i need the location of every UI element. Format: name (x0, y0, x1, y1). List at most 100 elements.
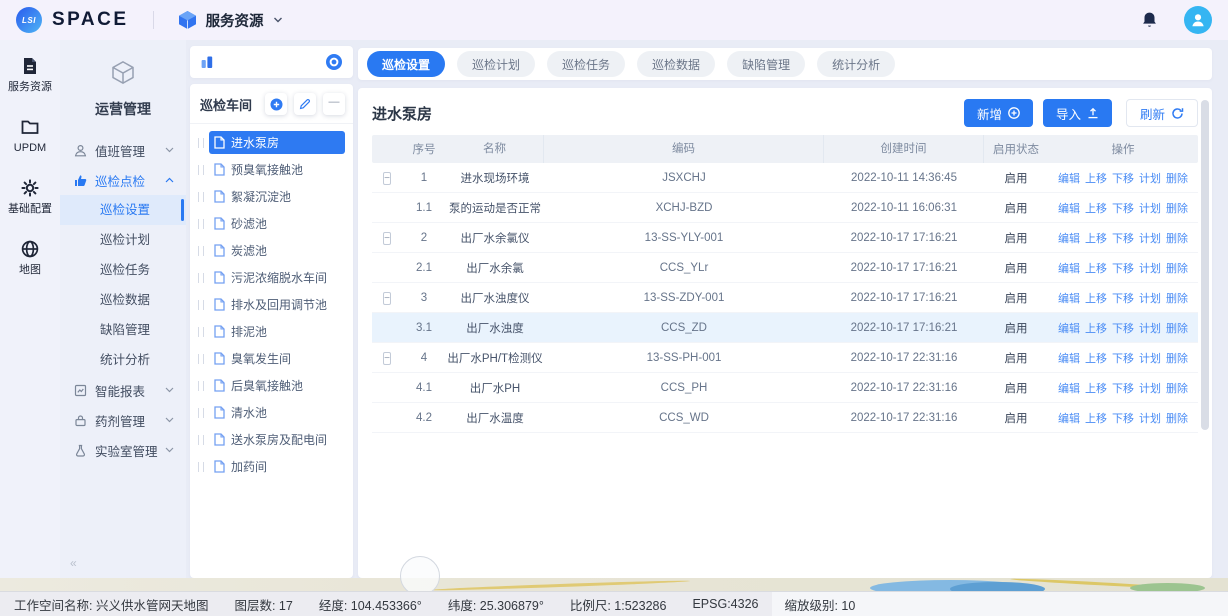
add-node-button[interactable] (265, 93, 287, 115)
refresh-button[interactable]: 刷新 (1126, 99, 1198, 127)
edit-link[interactable]: 编辑 (1058, 170, 1080, 186)
move-up-link[interactable]: 上移 (1085, 200, 1107, 216)
rail-item-map[interactable]: 地图 (19, 239, 41, 276)
scrollbar-thumb[interactable] (1201, 100, 1209, 430)
bell-icon[interactable] (1141, 11, 1158, 29)
delete-link[interactable]: 删除 (1166, 200, 1188, 216)
more-button[interactable]: — (323, 93, 345, 115)
move-up-link[interactable]: 上移 (1085, 170, 1107, 186)
tree-item[interactable]: 进水泵房 (196, 129, 347, 156)
drag-handle-icon[interactable] (198, 273, 204, 283)
move-down-link[interactable]: 下移 (1112, 350, 1134, 366)
sidebar-sub-item[interactable]: 巡检计划 (60, 225, 186, 255)
collapse-row-toggle[interactable]: − (383, 352, 391, 365)
plan-link[interactable]: 计划 (1139, 410, 1161, 426)
tree-item[interactable]: 絮凝沉淀池 (196, 183, 347, 210)
tab[interactable]: 统计分析 (817, 51, 895, 77)
edit-link[interactable]: 编辑 (1058, 200, 1080, 216)
move-down-link[interactable]: 下移 (1112, 170, 1134, 186)
edit-link[interactable]: 编辑 (1058, 320, 1080, 336)
tree-item[interactable]: 砂滤池 (196, 210, 347, 237)
sidebar-group-duty[interactable]: 值班管理 (60, 135, 186, 165)
drag-handle-icon[interactable] (198, 246, 204, 256)
sidebar-sub-item[interactable]: 巡检数据 (60, 285, 186, 315)
sidebar-group-laboratory[interactable]: 实验室管理 (60, 435, 186, 465)
drag-handle-icon[interactable] (198, 300, 204, 310)
module-switcher[interactable]: 服务资源 (178, 10, 283, 31)
tree-item[interactable]: 送水泵房及配电间 (196, 426, 347, 453)
delete-link[interactable]: 删除 (1166, 320, 1188, 336)
add-button[interactable]: 新增 (964, 99, 1033, 127)
tree-item[interactable]: 后臭氧接触池 (196, 372, 347, 399)
sidebar-group-smart-reports[interactable]: 智能报表 (60, 375, 186, 405)
plan-link[interactable]: 计划 (1139, 350, 1161, 366)
delete-link[interactable]: 删除 (1166, 410, 1188, 426)
plan-link[interactable]: 计划 (1139, 320, 1161, 336)
delete-link[interactable]: 删除 (1166, 170, 1188, 186)
tab[interactable]: 缺陷管理 (727, 51, 805, 77)
avatar[interactable] (1184, 6, 1212, 34)
delete-link[interactable]: 删除 (1166, 290, 1188, 306)
move-down-link[interactable]: 下移 (1112, 320, 1134, 336)
drag-handle-icon[interactable] (198, 462, 204, 472)
rail-item-base-config[interactable]: 基础配置 (8, 178, 52, 215)
drag-handle-icon[interactable] (198, 381, 204, 391)
plan-link[interactable]: 计划 (1139, 200, 1161, 216)
edit-node-button[interactable] (294, 93, 316, 115)
move-up-link[interactable]: 上移 (1085, 260, 1107, 276)
tree-item[interactable]: 臭氧发生间 (196, 345, 347, 372)
drag-handle-icon[interactable] (198, 327, 204, 337)
edit-link[interactable]: 编辑 (1058, 290, 1080, 306)
move-down-link[interactable]: 下移 (1112, 380, 1134, 396)
tab[interactable]: 巡检计划 (457, 51, 535, 77)
drag-handle-icon[interactable] (198, 165, 204, 175)
edit-link[interactable]: 编辑 (1058, 350, 1080, 366)
drag-handle-icon[interactable] (198, 138, 204, 148)
drag-handle-icon[interactable] (198, 219, 204, 229)
move-up-link[interactable]: 上移 (1085, 290, 1107, 306)
rail-item-service-resources[interactable]: 服务资源 (8, 56, 52, 93)
collapse-row-toggle[interactable]: − (383, 232, 391, 245)
move-up-link[interactable]: 上移 (1085, 410, 1107, 426)
sidebar-sub-item[interactable]: 统计分析 (60, 345, 186, 375)
tree-item[interactable]: 排泥池 (196, 318, 347, 345)
tree-item[interactable]: 排水及回用调节池 (196, 291, 347, 318)
drag-handle-icon[interactable] (198, 354, 204, 364)
tree-item[interactable]: 炭滤池 (196, 237, 347, 264)
move-down-link[interactable]: 下移 (1112, 230, 1134, 246)
drag-handle-icon[interactable] (198, 192, 204, 202)
edit-link[interactable]: 编辑 (1058, 380, 1080, 396)
sidebar-sub-item[interactable]: 巡检设置 (60, 195, 186, 225)
move-up-link[interactable]: 上移 (1085, 230, 1107, 246)
move-down-link[interactable]: 下移 (1112, 410, 1134, 426)
edit-link[interactable]: 编辑 (1058, 260, 1080, 276)
tree-item[interactable]: 预臭氧接触池 (196, 156, 347, 183)
rail-item-updm[interactable]: UPDM (14, 117, 46, 154)
plan-link[interactable]: 计划 (1139, 230, 1161, 246)
sidebar-sub-item[interactable]: 缺陷管理 (60, 315, 186, 345)
drag-handle-icon[interactable] (198, 435, 204, 445)
edit-link[interactable]: 编辑 (1058, 230, 1080, 246)
plan-link[interactable]: 计划 (1139, 380, 1161, 396)
tab[interactable]: 巡检任务 (547, 51, 625, 77)
collapse-row-toggle[interactable]: − (383, 172, 391, 185)
edit-link[interactable]: 编辑 (1058, 410, 1080, 426)
tab[interactable]: 巡检设置 (367, 51, 445, 77)
locate-button[interactable] (325, 53, 343, 71)
move-down-link[interactable]: 下移 (1112, 260, 1134, 276)
tree-item[interactable]: 加药间 (196, 453, 347, 480)
sidebar-group-chemicals[interactable]: 药剂管理 (60, 405, 186, 435)
move-up-link[interactable]: 上移 (1085, 380, 1107, 396)
move-down-link[interactable]: 下移 (1112, 290, 1134, 306)
tree-item[interactable]: 清水池 (196, 399, 347, 426)
sidebar-collapse-icon[interactable]: « (70, 556, 77, 570)
plan-link[interactable]: 计划 (1139, 170, 1161, 186)
sidebar-group-inspection[interactable]: 巡检点检 (60, 165, 186, 195)
move-down-link[interactable]: 下移 (1112, 200, 1134, 216)
delete-link[interactable]: 删除 (1166, 260, 1188, 276)
delete-link[interactable]: 删除 (1166, 380, 1188, 396)
drag-handle-icon[interactable] (198, 408, 204, 418)
import-button[interactable]: 导入 (1043, 99, 1112, 127)
sidebar-sub-item[interactable]: 巡检任务 (60, 255, 186, 285)
delete-link[interactable]: 删除 (1166, 230, 1188, 246)
